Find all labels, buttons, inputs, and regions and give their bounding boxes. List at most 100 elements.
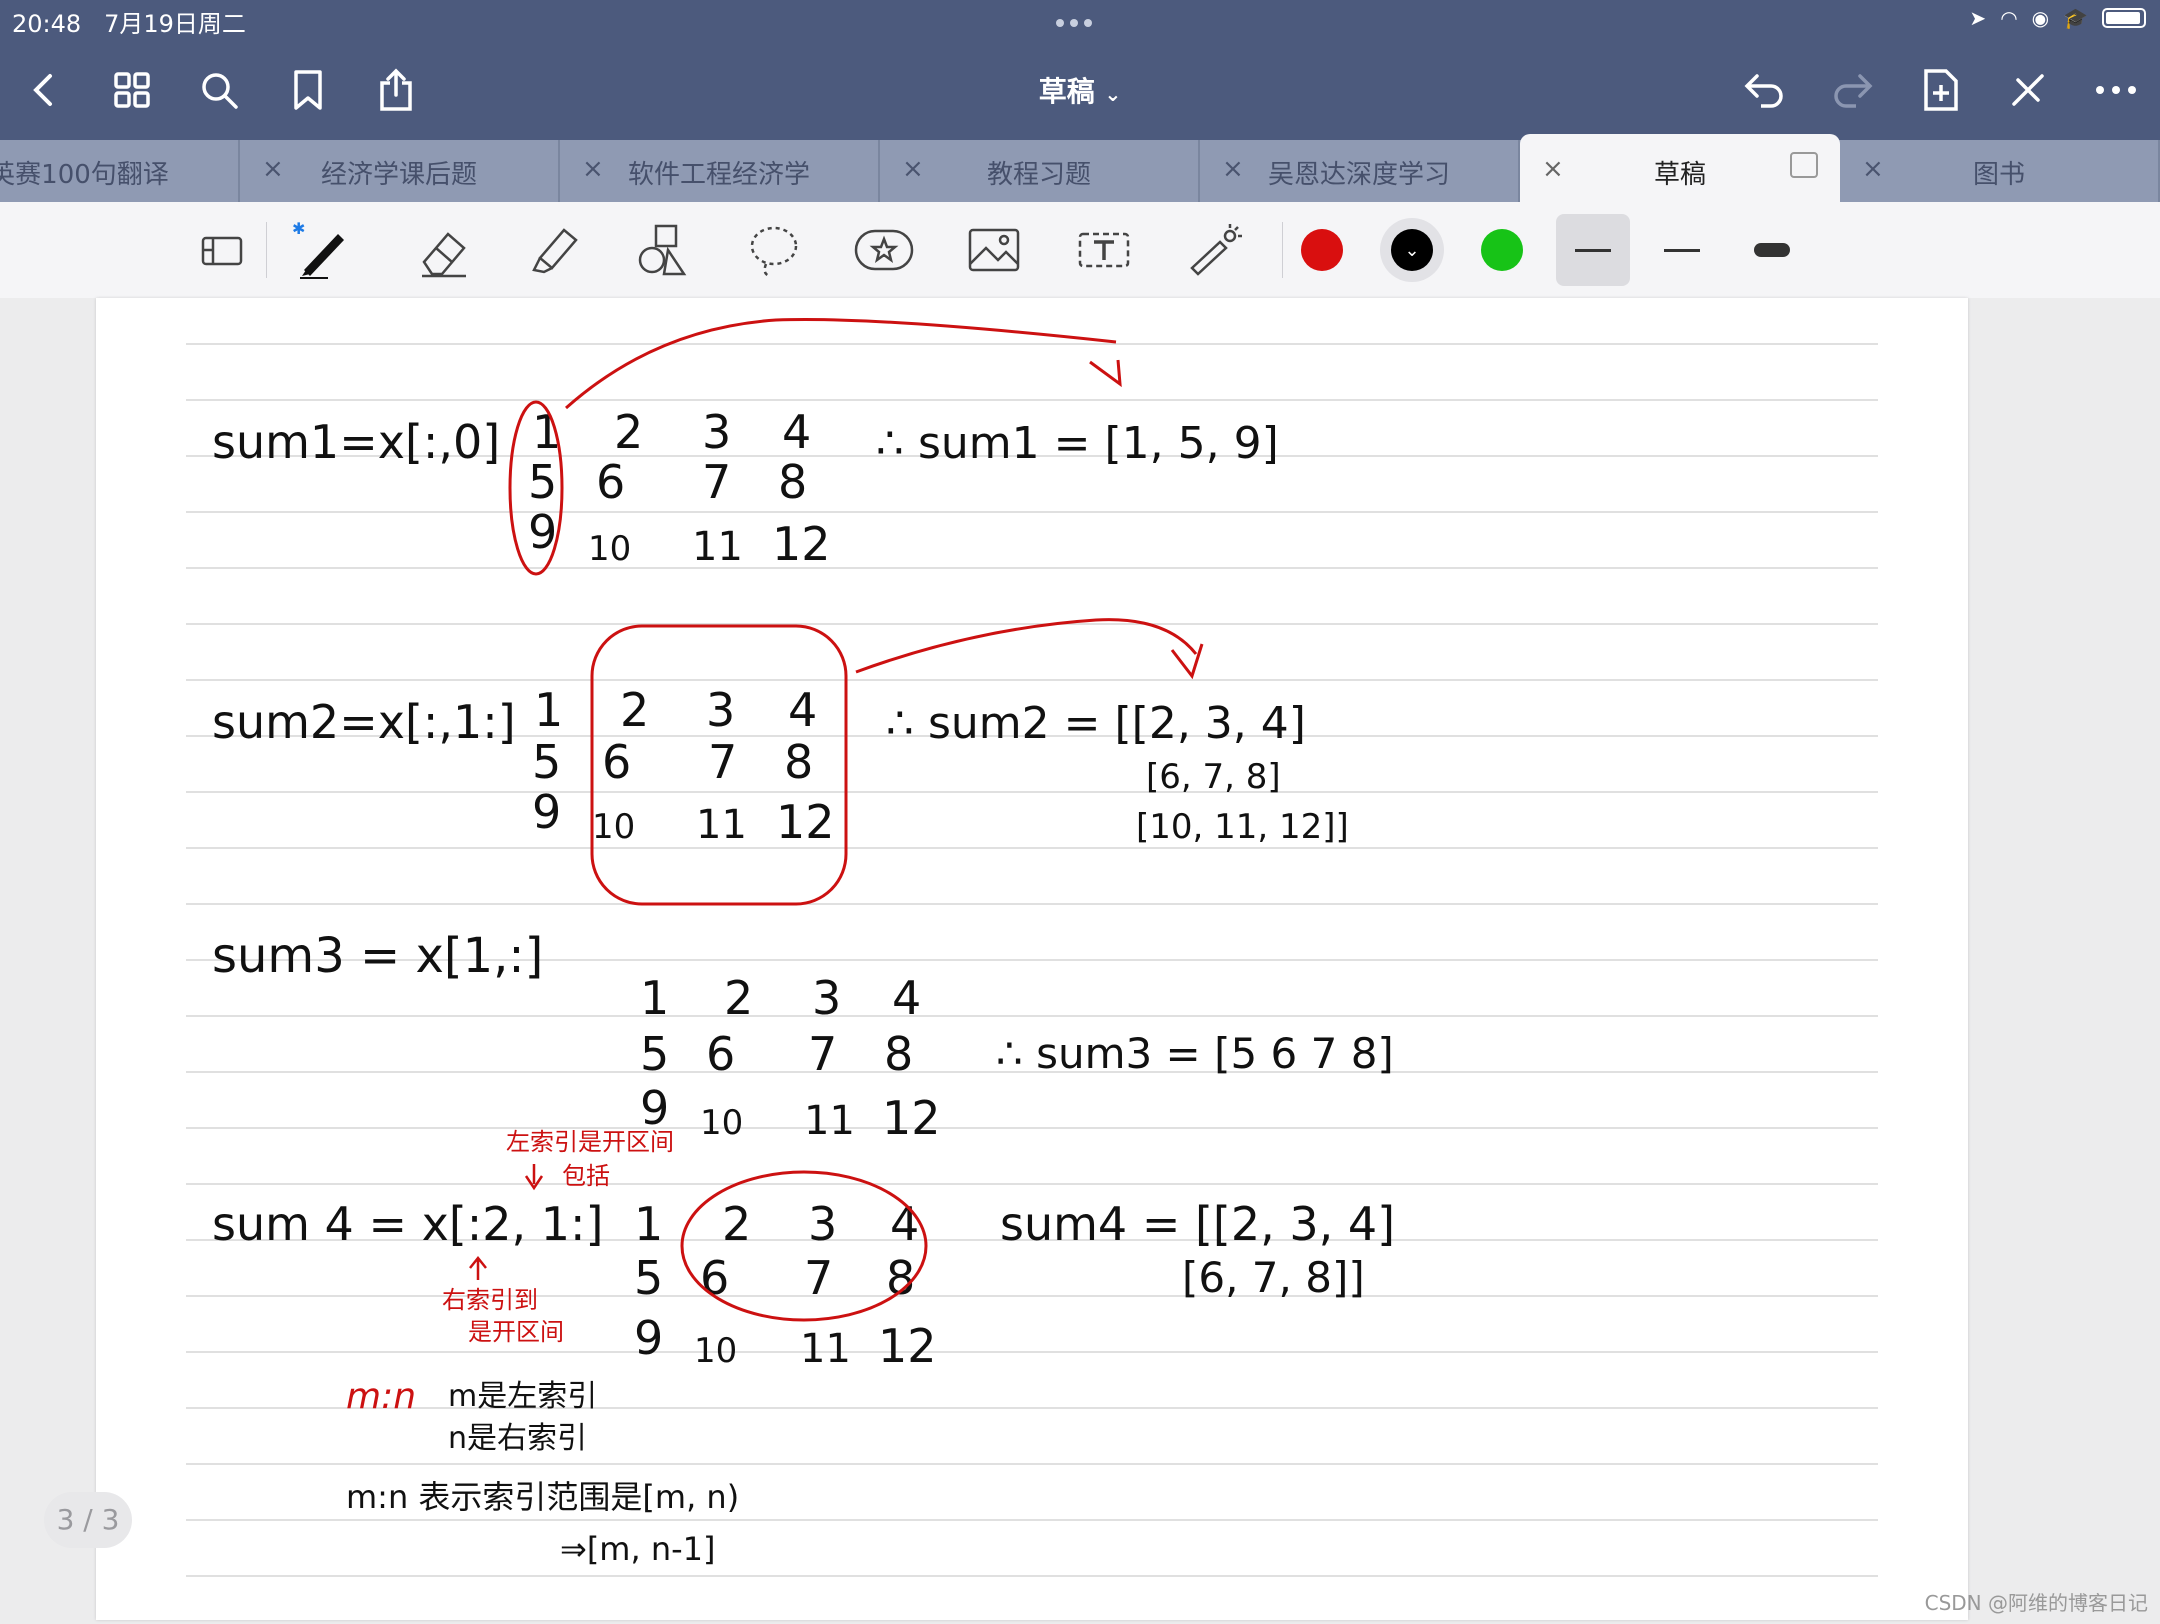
sum2-result-row1: ∴ sum2 = [[2, 3, 4] (886, 698, 1306, 749)
split-view-icon[interactable] (1790, 152, 1818, 178)
matrix-cell: 8 (784, 735, 813, 789)
mn-range-note: m:n 表示索引范围是[m, n) (346, 1478, 739, 1516)
sum2-expression: sum2=x[:,1:] (212, 695, 516, 749)
annotation-right-index: 右索引到 (442, 1286, 538, 1314)
matrix-cell: 10 (694, 1331, 737, 1371)
lasso-icon[interactable] (742, 218, 806, 282)
undo-icon[interactable] (1735, 60, 1795, 120)
page-indicator: 3 / 3 (44, 1492, 132, 1548)
matrix-cell: 7 (702, 455, 731, 509)
matrix-cell: 1 (634, 1197, 663, 1251)
tab-economics[interactable]: × 经济学课后题 (240, 140, 560, 202)
sum2-result-row2: [6, 7, 8] (1146, 757, 1281, 797)
color-black[interactable]: ⌄ (1380, 218, 1444, 282)
stroke-medium[interactable] (1650, 218, 1714, 282)
sum1-expression: sum1=x[:,0] (212, 415, 500, 469)
matrix-cell: 6 (596, 455, 625, 509)
annotation-open-interval: 是开区间 (468, 1318, 564, 1346)
matrix-cell: 7 (804, 1251, 833, 1305)
mn-left-note: m是左索引 (448, 1379, 597, 1414)
tab-exercises[interactable]: × 教程习题 (880, 140, 1200, 202)
matrix-cell: 11 (800, 1326, 851, 1372)
highlighter-icon[interactable] (522, 218, 586, 282)
svg-text:✱: ✱ (292, 220, 305, 238)
matrix-cell: 11 (696, 802, 747, 848)
note-page[interactable]: sum1=x[:,0] 1 2 3 4 5 6 7 8 9 10 11 12 ∴… (96, 298, 1968, 1620)
matrix-cell: 5 (532, 735, 561, 789)
eraser-icon[interactable] (412, 218, 476, 282)
status-time: 20:48 7月19日周二 (12, 10, 246, 38)
matrix-cell: 7 (808, 1027, 837, 1081)
matrix-cell: 12 (878, 1319, 937, 1373)
status-bar: 20:48 7月19日周二 ➤ ◠ ◉ 🎓 (0, 0, 2160, 40)
matrix-cell: 10 (700, 1103, 743, 1143)
matrix-cell: 4 (782, 405, 811, 459)
matrix-cell: 2 (722, 1197, 751, 1251)
matrix-cell: 8 (778, 455, 807, 509)
page-tools-icon[interactable] (190, 218, 254, 282)
matrix-cell: 11 (692, 524, 743, 570)
tab-books[interactable]: × 图书 (1840, 140, 2160, 202)
matrix-cell: 9 (634, 1311, 663, 1365)
sum2-result-row3: [10, 11, 12]] (1136, 807, 1349, 847)
pen-icon[interactable]: ✱ (290, 218, 354, 282)
matrix-cell: 5 (640, 1027, 669, 1081)
shapes-icon[interactable] (632, 218, 696, 282)
color-green[interactable] (1470, 218, 1534, 282)
matrix-cell: 5 (528, 455, 557, 509)
lock-rotation-icon: ◉ (2031, 6, 2050, 30)
wifi-icon: ◠ (2000, 6, 2018, 30)
text-tool-icon[interactable] (1072, 218, 1136, 282)
matrix-cell: 2 (614, 405, 643, 459)
tab-bar: 英赛100句翻译 × 经济学课后题 × 软件工程经济学 × 教程习题 × 吴恩达深度学习… (0, 134, 2160, 202)
stroke-thick[interactable] (1740, 218, 1804, 282)
matrix-cell: 4 (788, 683, 817, 737)
mn-label: m:n (346, 1376, 416, 1417)
status-icons: ➤ ◠ ◉ 🎓 (1969, 6, 2146, 30)
matrix-cell: 3 (702, 405, 731, 459)
close-pen-icon[interactable] (1998, 60, 2058, 120)
matrix-cell: 8 (884, 1027, 913, 1081)
mn-range-note2: ⇒[m, n-1] (560, 1530, 715, 1568)
sum3-result: ∴ sum3 = [5 6 7 8] (996, 1029, 1394, 1078)
stroke-thin[interactable] (1556, 214, 1630, 286)
matrix-cell: 9 (640, 1081, 669, 1135)
redo-icon[interactable] (1822, 60, 1882, 120)
image-icon[interactable] (962, 218, 1026, 282)
sum3-expression: sum3 = x[1,:] (212, 928, 543, 984)
annotation-left-index: 左索引是开区间 (506, 1128, 674, 1156)
multitask-dots[interactable] (1056, 12, 1104, 27)
sticker-icon[interactable] (852, 218, 916, 282)
chevron-down-icon: ⌄ (1104, 82, 1122, 106)
matrix-cell: 2 (724, 971, 753, 1025)
matrix-cell: 11 (804, 1098, 855, 1144)
matrix-cell: 12 (776, 795, 835, 849)
matrix-cell: 10 (588, 529, 631, 569)
matrix-cell: 3 (812, 971, 841, 1025)
canvas-area: sum1=x[:,0] 1 2 3 4 5 6 7 8 9 10 11 12 ∴… (0, 298, 2160, 1620)
laser-pointer-icon[interactable] (1182, 218, 1246, 282)
mn-right-note: n是右索引 (448, 1421, 587, 1456)
location-icon: ➤ (1969, 6, 1987, 30)
drawing-toolbar: ✱ ⌄ (0, 202, 2160, 299)
graduation-icon: 🎓 (2063, 6, 2088, 30)
matrix-cell: 12 (882, 1091, 941, 1145)
tab-deep-learning[interactable]: × 吴恩达深度学习 (1200, 140, 1520, 202)
matrix-cell: 10 (592, 807, 635, 847)
matrix-cell: 12 (772, 517, 831, 571)
matrix-cell: 6 (602, 735, 631, 789)
matrix-cell: 3 (706, 683, 735, 737)
top-toolbar: 草稿 ⌄ (0, 40, 2160, 140)
battery-icon (2102, 8, 2146, 28)
annotation-include: 包括 (562, 1162, 610, 1190)
add-page-icon[interactable] (1910, 60, 1970, 120)
color-red[interactable] (1290, 218, 1354, 282)
matrix-cell: 9 (532, 785, 561, 839)
more-icon[interactable] (2086, 60, 2146, 120)
tab-software-econ[interactable]: × 软件工程经济学 (560, 140, 880, 202)
tab-draft[interactable]: × 草稿 (1520, 134, 1840, 202)
watermark: CSDN @阿维的博客日记 (1924, 1591, 2148, 1615)
tab-english[interactable]: 英赛100句翻译 (0, 140, 240, 202)
chevron-down-icon: ⌄ (1391, 229, 1433, 271)
matrix-cell: 3 (808, 1197, 837, 1251)
